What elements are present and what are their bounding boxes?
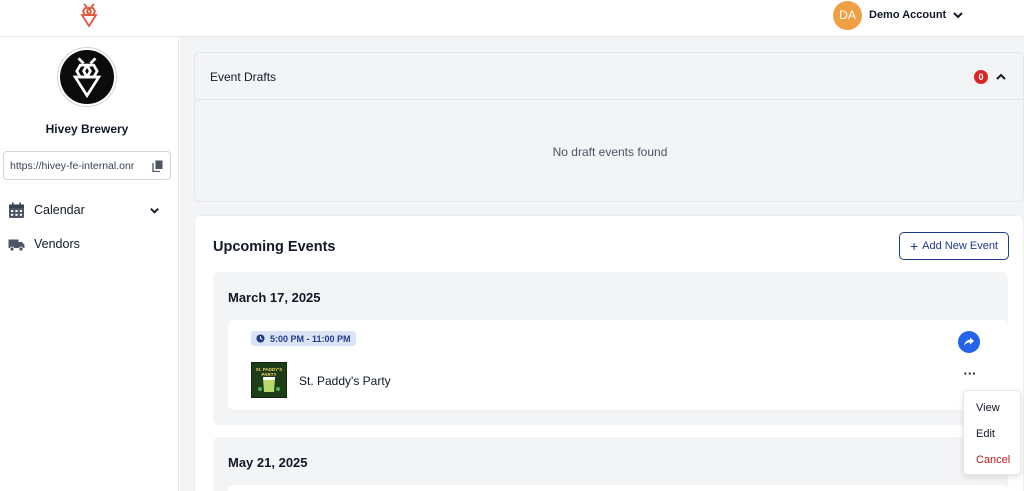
sidebar: Hivey Brewery https://hivey-fe-internal.… (0, 37, 179, 491)
share-event-button[interactable] (958, 331, 980, 353)
chevron-down-icon (150, 207, 159, 214)
menu-item-view[interactable]: View (976, 402, 1000, 414)
svg-text:PARTY: PARTY (262, 372, 277, 377)
upcoming-events-title: Upcoming Events (213, 239, 336, 255)
account-name: Demo Account (869, 9, 947, 21)
share-url-field[interactable]: https://hivey-fe-internal.onr (3, 151, 171, 180)
plus-icon: + (909, 238, 919, 254)
date-group: March 17, 2025 5:00 PM - 11:00 PM St. PA… (213, 272, 1008, 425)
date-group: May 21, 2025 (213, 437, 1008, 491)
truck-icon (8, 239, 25, 251)
event-options-menu: View Edit Cancel (963, 390, 1021, 475)
add-new-event-label: Add New Event (922, 240, 998, 252)
top-bar: DA Demo Account (0, 0, 1024, 37)
brand-name: Hivey Brewery (45, 122, 129, 136)
event-drafts-title: Event Drafts (210, 70, 277, 84)
calendar-icon (9, 202, 24, 218)
menu-item-cancel[interactable]: Cancel (976, 454, 1010, 466)
chevron-up-icon[interactable] (995, 71, 1007, 83)
drafts-count-badge: 0 (974, 70, 988, 84)
brand-avatar (57, 47, 117, 107)
event-thumbnail: St. PADDY'S PARTY (251, 362, 287, 398)
date-heading: March 17, 2025 (228, 290, 321, 305)
event-poster-image: St. PADDY'S PARTY (252, 363, 286, 397)
drafts-empty-message: No draft events found (552, 145, 668, 159)
sidebar-item-label: Vendors (34, 237, 80, 251)
menu-item-edit[interactable]: Edit (976, 428, 995, 440)
hivey-logo-icon (72, 57, 102, 99)
sidebar-item-calendar[interactable]: Calendar (8, 199, 168, 221)
main-content: Event Drafts 0 No draft events found Upc… (180, 37, 1024, 491)
sidebar-item-label: Calendar (34, 203, 85, 217)
clock-icon (256, 334, 265, 343)
event-time: 5:00 PM - 11:00 PM (270, 333, 351, 344)
avatar: DA (833, 0, 862, 30)
event-name: St. Paddy's Party (299, 374, 391, 388)
upcoming-events-panel: Upcoming Events + Add New Event March 17… (194, 215, 1024, 491)
share-url-text: https://hivey-fe-internal.onr (10, 159, 135, 172)
account-menu[interactable]: DA Demo Account (833, 0, 964, 30)
event-card[interactable]: 5:00 PM - 11:00 PM St. PADDY'S PARTY St.… (228, 320, 1008, 410)
more-options-icon[interactable]: ··· (961, 367, 979, 384)
sidebar-item-vendors[interactable]: Vendors (8, 233, 168, 255)
event-time-chip: 5:00 PM - 11:00 PM (251, 331, 356, 346)
copy-icon[interactable] (152, 160, 164, 172)
event-card[interactable] (228, 485, 1008, 491)
date-heading: May 21, 2025 (228, 455, 308, 470)
share-arrow-icon (964, 337, 974, 346)
event-drafts-header[interactable]: Event Drafts 0 (195, 53, 1023, 100)
hivey-logo-icon[interactable] (76, 2, 102, 28)
add-new-event-button[interactable]: + Add New Event (899, 232, 1009, 260)
chevron-down-icon (953, 12, 963, 19)
event-drafts-panel: Event Drafts 0 No draft events found (194, 52, 1024, 202)
